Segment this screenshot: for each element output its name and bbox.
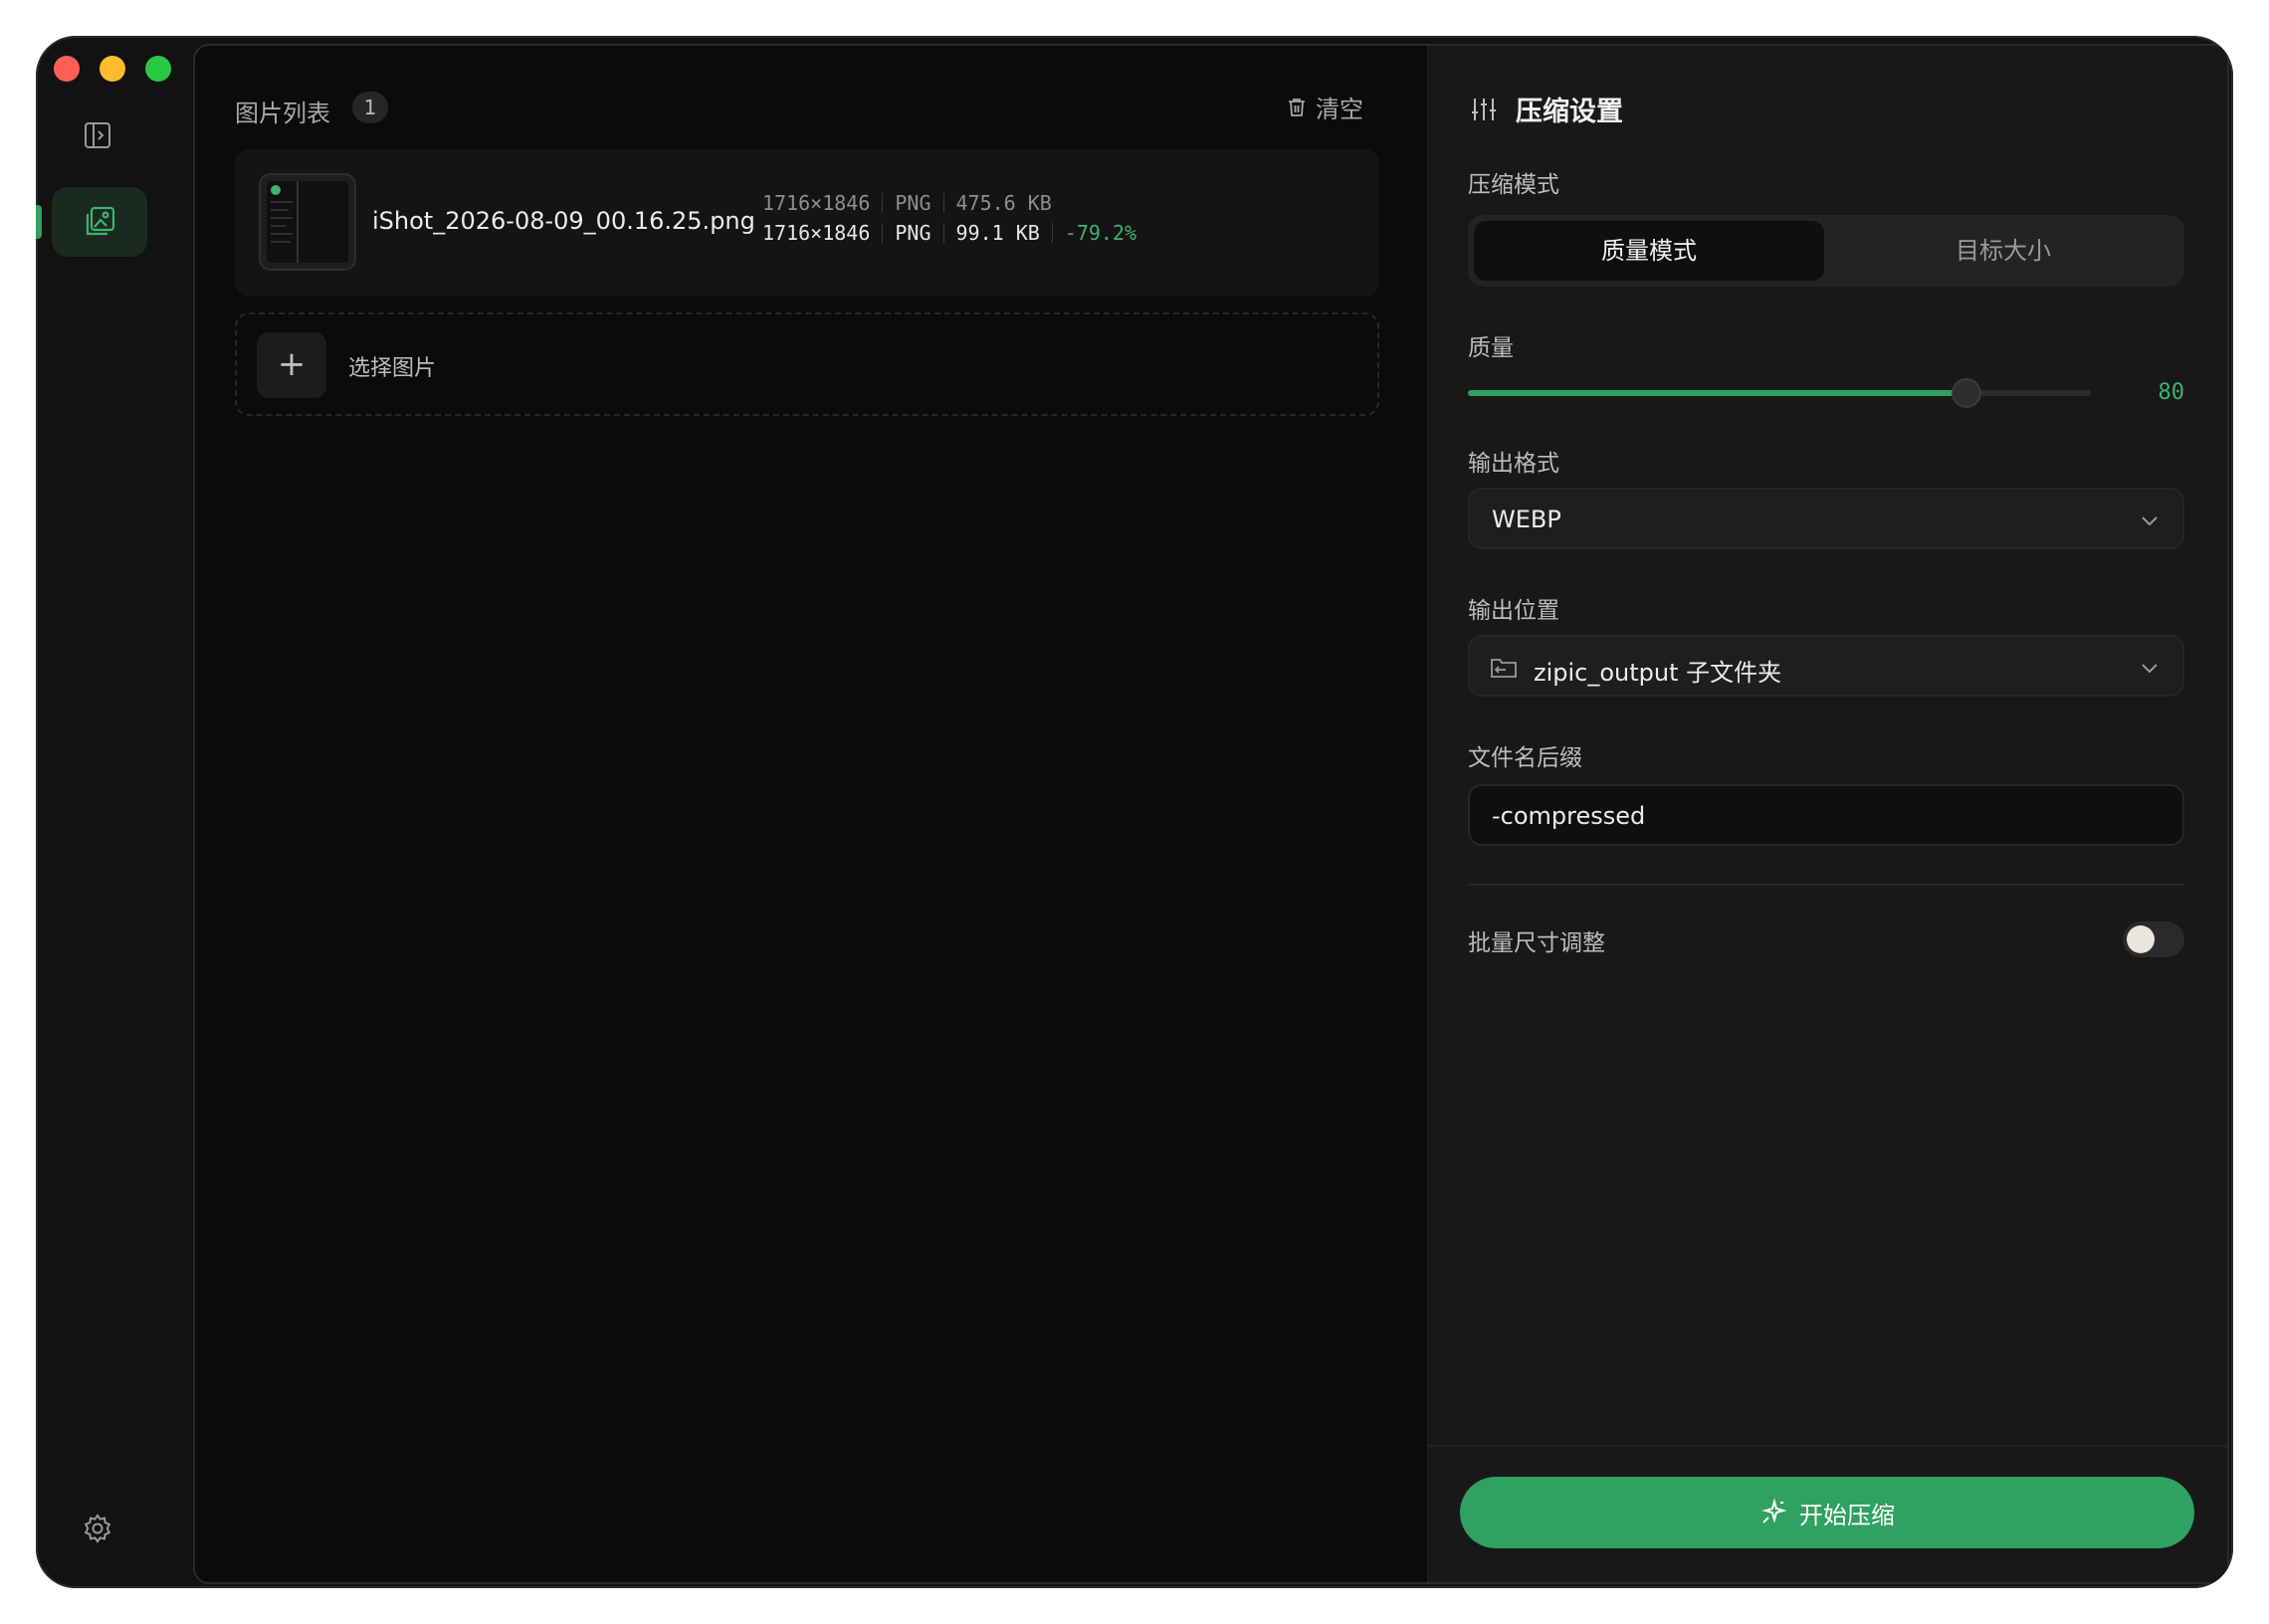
mode-label: 压缩模式 (1468, 172, 1559, 198)
quality-value: 80 (2158, 380, 2185, 405)
settings-divider (1468, 884, 2184, 886)
active-nav-indicator (36, 205, 42, 239)
compressed-size: 99.1 KB (955, 221, 1040, 245)
suffix-label: 文件名后缀 (1468, 745, 1582, 771)
file-thumbnail (259, 173, 356, 271)
zoom-window-button[interactable] (145, 56, 171, 82)
output-location-value: zipic_output 子文件夹 (1534, 659, 1782, 687)
chevron-down-icon (2142, 664, 2158, 674)
mode-segmented-control: 质量模式 目标大小 (1468, 215, 2184, 287)
trash-icon (1289, 98, 1305, 116)
chevron-down-icon (2142, 516, 2158, 526)
settings-header: 压缩设置 (1470, 90, 1623, 128)
add-images-dropzone[interactable]: + 选择图片 (235, 312, 1379, 416)
image-list-panel: 图片列表 1 清空 iShot_2026-08-09_00.16.25.png … (195, 46, 1427, 1582)
folder-icon (1491, 659, 1517, 678)
add-images-label: 选择图片 (348, 356, 437, 381)
batch-resize-label: 批量尺寸调整 (1468, 930, 1605, 956)
output-format-select[interactable]: WEBP (1468, 488, 2184, 549)
quality-slider-fill (1468, 390, 1966, 396)
quality-label: 质量 (1468, 335, 1514, 361)
quality-slider-thumb[interactable] (1951, 378, 1981, 408)
gear-icon (84, 1514, 111, 1543)
mode-target-size-tab[interactable]: 目标大小 (1828, 221, 2178, 281)
settings-button[interactable] (78, 1509, 117, 1548)
mode-quality-tab[interactable]: 质量模式 (1474, 221, 1824, 281)
output-location-select[interactable]: zipic_output 子文件夹 (1468, 635, 2184, 697)
file-name: iShot_2026-08-09_00.16.25.png (372, 207, 755, 235)
sliders-icon (1472, 98, 1496, 120)
start-compression-label: 开始压缩 (1799, 1501, 1895, 1529)
compressed-file-meta: 1716×1846 PNG 99.1 KB -79.2% (762, 221, 1136, 245)
clear-label: 清空 (1316, 96, 1363, 123)
compressed-dimensions: 1716×1846 (762, 221, 871, 245)
filename-suffix-value: -compressed (1492, 802, 1646, 830)
close-window-button[interactable] (54, 56, 80, 82)
original-dimensions: 1716×1846 (762, 191, 871, 215)
main-area: 图片列表 1 清空 iShot_2026-08-09_00.16.25.png … (193, 44, 2229, 1584)
settings-title: 压缩设置 (1516, 97, 1623, 127)
toggle-knob (2127, 925, 2155, 953)
minimize-window-button[interactable] (100, 56, 125, 82)
compressed-format: PNG (895, 221, 931, 245)
filename-suffix-input[interactable]: -compressed (1468, 784, 2184, 846)
compression-ratio: -79.2% (1064, 221, 1137, 245)
sidebar-toggle-button[interactable] (78, 115, 117, 155)
clear-button[interactable]: 清空 (1286, 90, 1363, 124)
original-format: PNG (895, 191, 931, 215)
compression-settings-panel: 压缩设置 压缩模式 质量模式 目标大小 质量 80 输出格式 WEBP 输出位置 (1427, 46, 2227, 1582)
quality-slider[interactable] (1468, 378, 2091, 408)
batch-resize-toggle[interactable] (2123, 921, 2184, 957)
start-compression-button[interactable]: 开始压缩 (1460, 1477, 2194, 1548)
sidebar-item-images[interactable] (52, 187, 147, 257)
file-item[interactable]: iShot_2026-08-09_00.16.25.png 1716×1846 … (235, 149, 1379, 297)
plus-icon: + (257, 332, 326, 398)
footer-divider (1428, 1445, 2227, 1447)
output-format-value: WEBP (1492, 506, 1561, 533)
app-window: 图片列表 1 清空 iShot_2026-08-09_00.16.25.png … (36, 36, 2233, 1588)
sidebar-toggle-icon (85, 122, 110, 148)
original-file-meta: 1716×1846 PNG 475.6 KB (762, 191, 1052, 215)
image-list-title: 图片列表 (235, 100, 330, 127)
sparkle-icon (1761, 1499, 1787, 1523)
location-label: 输出位置 (1468, 598, 1559, 624)
image-count-badge: 1 (352, 92, 388, 123)
original-size: 475.6 KB (955, 191, 1052, 215)
images-icon (86, 206, 115, 236)
format-label: 输出格式 (1468, 451, 1559, 477)
